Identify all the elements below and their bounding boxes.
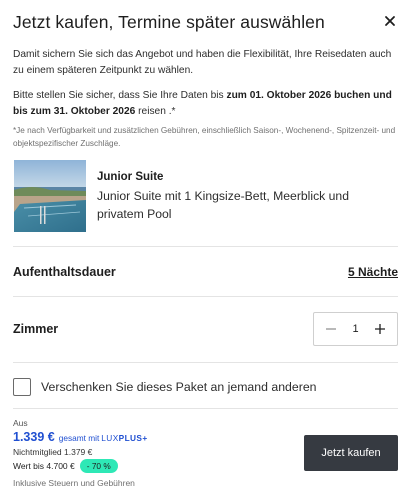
fine-print-note: *Je nach Verfügbarkeit und zusätzlichen … xyxy=(13,126,396,148)
gift-label: Verschenken Sie dieses Paket an jemand a… xyxy=(41,380,317,394)
divider xyxy=(13,362,398,363)
room-description: Junior Suite mit 1 Kingsize-Bett, Meerbl… xyxy=(97,189,349,221)
member-price: 1.339 € xyxy=(13,430,55,444)
rooms-count: 1 xyxy=(352,323,359,335)
rooms-label: Zimmer xyxy=(13,322,59,336)
gift-checkbox[interactable] xyxy=(13,378,31,396)
discount-badge: - 70 % xyxy=(79,459,118,473)
worth-value: Wert bis 4.700 € xyxy=(13,461,75,471)
luxplus-suffix: PLUS+ xyxy=(118,433,148,443)
dates-suffix: reisen .* xyxy=(135,106,176,117)
dates-prefix: Bitte stellen Sie sicher, dass Sie Ihre … xyxy=(13,90,227,101)
close-icon[interactable] xyxy=(383,14,397,28)
dialog-title: Jetzt kaufen, Termine später auswählen xyxy=(13,12,325,32)
taxes-included-note: Inklusive Steuern und Gebühren xyxy=(13,478,135,488)
divider xyxy=(13,408,398,409)
stay-length-link[interactable]: 5 Nächte xyxy=(348,265,398,279)
price-suffix: gesamt mit xyxy=(58,433,100,443)
room-name: Junior Suite xyxy=(97,171,164,183)
divider xyxy=(13,296,398,297)
intro-text: Damit sichern Sie sich das Angebot und h… xyxy=(13,49,392,76)
worth-line: Wert bis 4.700 € - 70 % xyxy=(13,459,118,473)
buy-now-button[interactable]: Jetzt kaufen xyxy=(304,435,398,471)
stay-length-label: Aufenthaltsdauer xyxy=(13,265,116,279)
rooms-stepper: 1 xyxy=(313,312,398,346)
dates-notice: Bitte stellen Sie sicher, dass Sie Ihre … xyxy=(13,88,398,120)
minus-icon[interactable] xyxy=(322,320,340,338)
non-member-price: Nichtmitglied 1.379 € xyxy=(13,447,93,457)
price-from-label: Aus xyxy=(13,418,28,428)
room-thumbnail xyxy=(14,160,86,232)
plus-icon[interactable] xyxy=(371,320,389,338)
member-price-line: 1.339 € gesamt mit LUXPLUS+ xyxy=(13,430,148,444)
divider xyxy=(13,246,398,247)
luxplus-logo: LUXPLUS+ xyxy=(101,433,147,443)
luxplus-prefix: LUX xyxy=(101,433,119,443)
